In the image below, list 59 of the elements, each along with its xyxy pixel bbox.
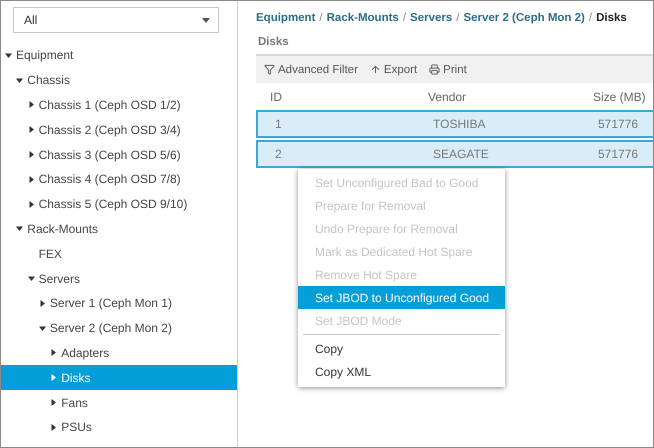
arrow-up-icon — [370, 64, 381, 75]
breadcrumb-separator: / — [588, 12, 592, 24]
tree-item[interactable]: Chassis 3 (Ceph OSD 5/6) — [1, 142, 237, 167]
tree-item[interactable]: FEX — [1, 241, 237, 266]
collapsed-arrow-icon[interactable] — [50, 399, 58, 406]
collapsed-arrow-icon[interactable] — [50, 424, 58, 431]
menu-item[interactable]: Copy XML — [298, 360, 505, 383]
breadcrumb-link[interactable]: Servers — [410, 12, 452, 24]
collapsed-arrow-icon[interactable] — [28, 151, 35, 158]
tree-item[interactable]: Equipment — [1, 43, 237, 68]
table-cell-text: TOSHIBA — [433, 117, 486, 131]
tree-item[interactable]: Server 1 (Ceph Mon 1) — [1, 290, 237, 316]
breadcrumb-current: Disks — [596, 12, 627, 24]
tree-item[interactable]: Chassis 2 (Ceph OSD 3/4) — [1, 117, 237, 142]
collapsed-arrow-icon[interactable] — [38, 300, 46, 307]
table-cell-text: 2 — [275, 147, 283, 161]
collapsed-arrow-icon[interactable] — [50, 349, 58, 356]
filter-dropdown[interactable]: All — [13, 7, 219, 33]
tree-item[interactable]: Adapters — [1, 340, 237, 366]
menu-item[interactable]: Copy — [298, 337, 505, 360]
tree-item[interactable]: Chassis 1 (Ceph OSD 1/2) — [1, 92, 237, 118]
toolbar-button[interactable]: Export — [370, 64, 418, 76]
table-cell-text: 1 — [275, 117, 283, 131]
table-cell-text: SEAGATE — [433, 147, 490, 161]
tree-item[interactable]: Chassis — [1, 68, 237, 93]
caret-icon — [202, 18, 210, 22]
breadcrumb-separator: / — [402, 12, 406, 24]
table-cell-text: 571776 — [598, 117, 640, 131]
column-header[interactable]: ID — [270, 90, 428, 104]
expanded-arrow-icon[interactable] — [5, 52, 12, 59]
expanded-arrow-icon[interactable] — [28, 275, 35, 282]
breadcrumb-separator: / — [319, 12, 323, 24]
expanded-arrow-icon[interactable] — [38, 324, 46, 332]
expanded-arrow-icon[interactable] — [16, 76, 24, 84]
toolbar-button[interactable]: Print — [429, 64, 467, 76]
collapsed-arrow-icon[interactable] — [28, 200, 35, 208]
printer-icon — [429, 64, 440, 75]
table-cell-text: 571776 — [598, 147, 640, 161]
tree-item[interactable]: Server 2 (Ceph Mon 2) — [1, 316, 237, 341]
breadcrumb-link[interactable]: Equipment — [256, 12, 316, 24]
breadcrumb-separator: / — [456, 12, 460, 24]
column-header[interactable]: Size (MB) — [593, 90, 653, 104]
collapsed-arrow-icon[interactable] — [28, 101, 35, 108]
expanded-arrow-icon[interactable] — [16, 225, 24, 232]
filter-icon — [264, 64, 275, 75]
tree-item[interactable]: Servers — [1, 266, 237, 291]
table-row[interactable]: 1 TOSHIBA 571776 — [256, 110, 653, 138]
column-header[interactable]: Vendor — [428, 90, 593, 104]
tree-item[interactable]: Fans — [1, 390, 237, 415]
tree-item[interactable]: Chassis 5 (Ceph OSD 9/10) — [1, 192, 237, 217]
breadcrumb-link[interactable]: Server 2 (Ceph Mon 2) — [463, 12, 585, 24]
collapsed-arrow-icon[interactable] — [28, 176, 35, 183]
table-row[interactable]: 2 SEAGATE 571776 — [256, 140, 653, 168]
toolbar-button[interactable]: Advanced Filter — [264, 64, 358, 76]
tree-item[interactable]: Chassis 4 (Ceph OSD 7/8) — [1, 166, 237, 192]
tree-item[interactable]: Rack-Mounts — [1, 216, 237, 242]
collapsed-arrow-icon[interactable] — [28, 126, 35, 134]
tree-item[interactable]: PSUs — [1, 414, 237, 440]
breadcrumb-link[interactable]: Rack-Mounts — [326, 12, 399, 24]
